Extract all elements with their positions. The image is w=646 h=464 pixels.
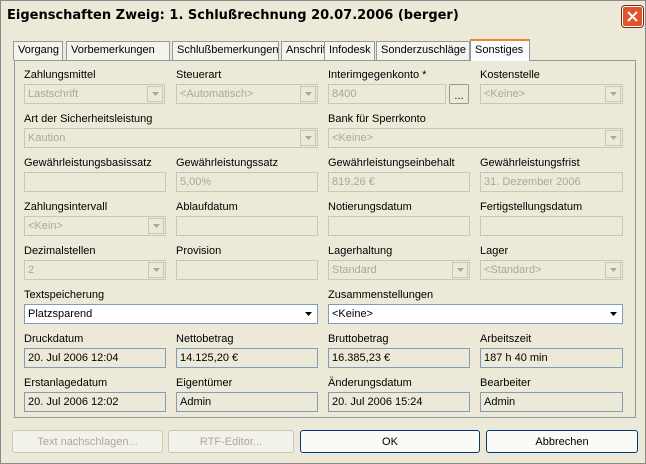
notierungsdatum-label: Notierungsdatum (328, 201, 412, 213)
ablaufdatum-field[interactable] (176, 216, 318, 236)
chevron-down-icon[interactable] (300, 130, 316, 146)
erstanlagedatum-label: Erstanlagedatum (24, 377, 108, 389)
sperrkonto-select[interactable]: <Keine> (328, 128, 623, 148)
close-button[interactable] (621, 5, 644, 28)
interimgegenkonto-field[interactable]: 8400 (328, 84, 446, 104)
lager-label: Lager (480, 245, 509, 257)
interimgegenkonto-browse-button[interactable]: ... (449, 84, 469, 104)
chevron-down-icon[interactable] (147, 86, 163, 102)
fertigstellungsdatum-label: Fertigstellungsdatum (480, 201, 583, 213)
ok-button[interactable]: OK (300, 430, 480, 453)
sperrkonto-label: Bank für Sperrkonto (328, 113, 426, 125)
einbehalt-field[interactable]: 819,26 € (328, 172, 470, 192)
eigentuemer-field: Admin (176, 392, 318, 412)
chevron-down-icon[interactable] (148, 218, 164, 234)
bearbeiter-label: Bearbeiter (480, 377, 531, 389)
tab-vorbemerkungen[interactable]: Vorbemerkungen (66, 41, 170, 60)
text-nachschlagen-button[interactable]: Text nachschlagen... (12, 430, 163, 453)
ablaufdatum-label: Ablaufdatum (176, 201, 238, 213)
bruttobetrag-label: Bruttobetrag (328, 333, 389, 345)
abbrechen-button[interactable]: Abbrechen (486, 430, 638, 453)
tab-sonstiges[interactable]: Sonstiges (470, 39, 530, 61)
lagerhaltung-select[interactable]: Standard (328, 260, 470, 280)
chevron-down-icon[interactable] (300, 86, 316, 102)
erstanlagedatum-field: 20. Jul 2006 12:02 (24, 392, 166, 412)
chevron-down-icon[interactable] (148, 262, 164, 278)
kostenstelle-label: Kostenstelle (480, 69, 540, 81)
arbeitszeit-label: Arbeitszeit (480, 333, 532, 345)
textspeicherung-select[interactable]: Platzsparend (24, 304, 318, 324)
bruttobetrag-field: 16.385,23 € (328, 348, 470, 368)
steuerart-select[interactable]: <Automatisch> (176, 84, 318, 104)
chevron-down-icon[interactable] (300, 306, 316, 322)
lagerhaltung-label: Lagerhaltung (328, 245, 393, 257)
zahlungsmittel-select[interactable]: Lastschrift (24, 84, 165, 104)
kostenstelle-select[interactable]: <Keine> (480, 84, 623, 104)
tab-sonderzuschlaege[interactable]: Sonderzuschläge (376, 41, 470, 60)
provision-field[interactable] (176, 260, 318, 280)
provision-label: Provision (176, 245, 222, 257)
zusammenstellungen-select[interactable]: <Keine> (328, 304, 623, 324)
frist-field[interactable]: 31. Dezember 2006 (480, 172, 623, 192)
sicherheitsleistung-select[interactable]: Kaution (24, 128, 318, 148)
notierungsdatum-field[interactable] (328, 216, 470, 236)
druckdatum-label: Druckdatum (24, 333, 84, 345)
chevron-down-icon[interactable] (605, 262, 621, 278)
satz-label: Gewährleistungssatz (176, 157, 279, 169)
chevron-down-icon[interactable] (605, 86, 621, 102)
interimgegenkonto-label: Interimgegenkonto * (328, 69, 427, 81)
lager-select[interactable]: <Standard> (480, 260, 623, 280)
eigentuemer-label: Eigentümer (176, 377, 233, 389)
arbeitszeit-field: 187 h 40 min (480, 348, 623, 368)
nettobetrag-field: 14.125,20 € (176, 348, 318, 368)
dezimalstellen-label: Dezimalstellen (24, 245, 96, 257)
dezimalstellen-select[interactable]: 2 (24, 260, 166, 280)
fertigstellungsdatum-field[interactable] (480, 216, 623, 236)
zahlungsintervall-label: Zahlungsintervall (24, 201, 108, 213)
tab-schlussbemerkungen[interactable]: Schlußbemerkungen (172, 41, 279, 60)
satz-field[interactable]: 5,00% (176, 172, 318, 192)
title-bar: Eigenschaften Zweig: 1. Schlußrechnung 2… (1, 1, 645, 31)
rtf-editor-button[interactable]: RTF-Editor... (168, 430, 294, 453)
basissatz-field[interactable] (24, 172, 166, 192)
close-icon (627, 11, 638, 22)
chevron-down-icon[interactable] (452, 262, 468, 278)
druckdatum-field: 20. Jul 2006 12:04 (24, 348, 166, 368)
window-title: Eigenschaften Zweig: 1. Schlußrechnung 2… (7, 8, 459, 23)
textspeicherung-label: Textspeicherung (24, 289, 105, 301)
frist-label: Gewährleistungsfrist (480, 157, 580, 169)
bearbeiter-field: Admin (480, 392, 623, 412)
zusammenstellungen-label: Zusammenstellungen (328, 289, 434, 301)
properties-dialog: Eigenschaften Zweig: 1. Schlußrechnung 2… (0, 0, 646, 464)
zahlungsmittel-label: Zahlungsmittel (24, 69, 96, 81)
einbehalt-label: Gewährleistungseinbehalt (328, 157, 455, 169)
basissatz-label: Gewährleistungsbasissatz (24, 157, 152, 169)
tab-infodesk[interactable]: Infodesk (324, 41, 375, 60)
zahlungsintervall-select[interactable]: <Kein> (24, 216, 166, 236)
steuerart-label: Steuerart (176, 69, 222, 81)
aenderungsdatum-label: Änderungsdatum (328, 377, 412, 389)
chevron-down-icon[interactable] (605, 130, 621, 146)
tab-vorgang[interactable]: Vorgang (13, 41, 63, 60)
nettobetrag-label: Nettobetrag (176, 333, 234, 345)
sicherheitsleistung-label: Art der Sicherheitsleistung (24, 113, 153, 125)
aenderungsdatum-field: 20. Jul 2006 15:24 (328, 392, 470, 412)
chevron-down-icon[interactable] (605, 306, 621, 322)
